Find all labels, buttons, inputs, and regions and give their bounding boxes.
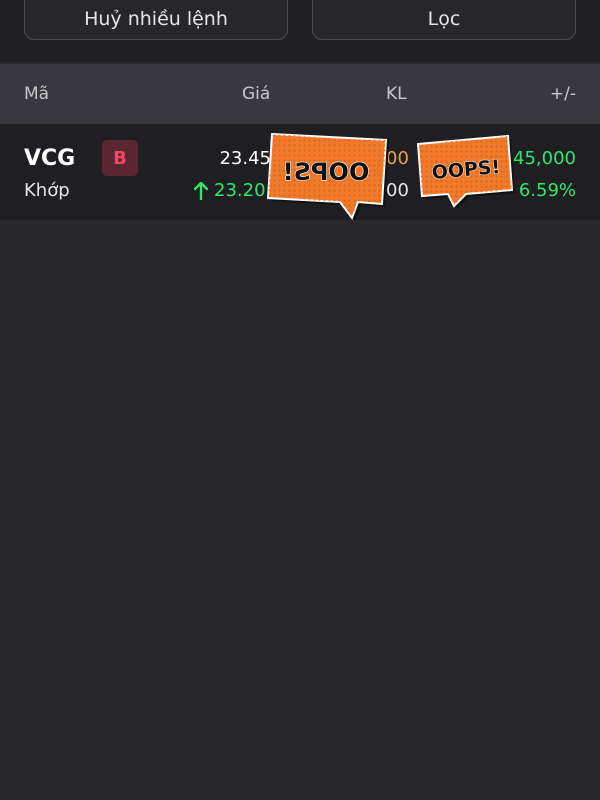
order-status: Khớp [24,180,70,201]
oops-sticker-left: OOPS! [262,128,392,224]
oops-sticker-right: OOPS! [414,134,518,210]
column-header-price[interactable]: Giá [242,84,270,104]
sticker-text-left: OOPS! [283,158,370,186]
column-header-code[interactable]: Mã [24,84,49,104]
order-side-badge: B [102,140,138,176]
table-header: Mã Giá KL +/- [0,64,600,124]
filter-button[interactable]: Lọc [312,0,576,40]
matched-price-value: 23.20 [214,180,266,201]
cancel-multiple-orders-button[interactable]: Huỷ nhiều lệnh [24,0,288,40]
stock-symbol: VCG [24,146,76,171]
column-header-volume[interactable]: KL [386,84,407,104]
change-percent: 6.59% [518,180,576,201]
matched-price: 23.20 [194,180,266,201]
toolbar: Huỷ nhiều lệnh Lọc [0,0,600,62]
column-header-change[interactable]: +/- [550,84,576,104]
arrow-up-icon [194,181,208,200]
